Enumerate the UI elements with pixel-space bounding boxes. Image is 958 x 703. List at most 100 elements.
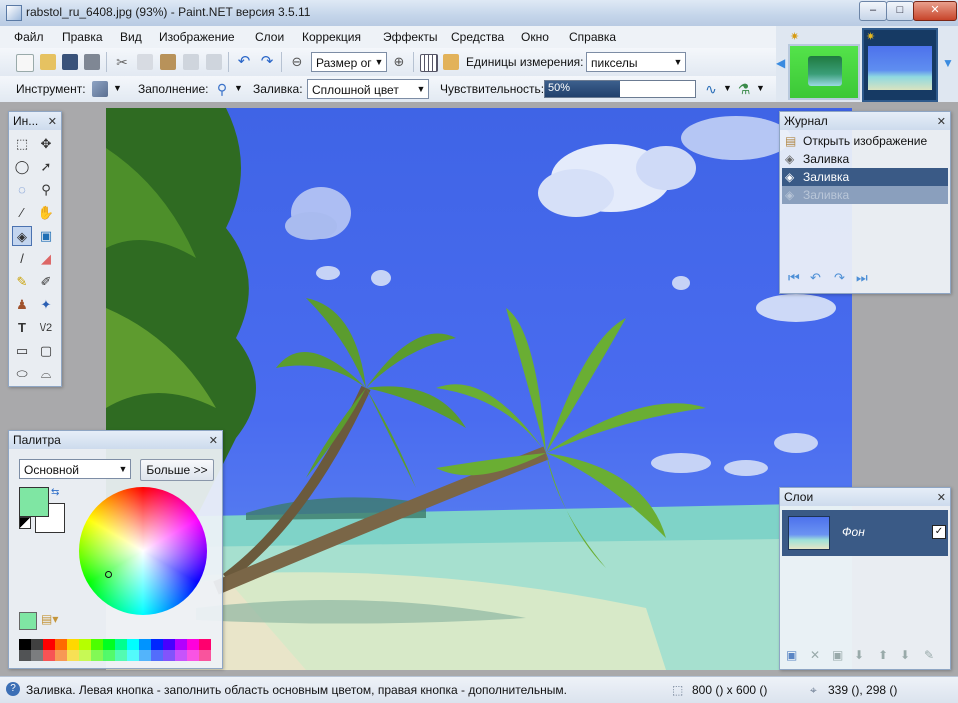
rewind-icon[interactable]: ⏮	[788, 270, 800, 286]
pan-icon[interactable]: ✋	[36, 203, 56, 223]
blend-mode-icon[interactable]: ⚗	[736, 81, 752, 97]
menu-effects[interactable]: Эффекты	[383, 30, 438, 44]
print-icon[interactable]	[84, 54, 100, 70]
menu-image[interactable]: Изображение	[159, 30, 235, 44]
palette-color[interactable]	[31, 639, 43, 650]
paste-icon[interactable]	[160, 54, 176, 70]
menu-adjustments[interactable]: Коррекция	[302, 30, 361, 44]
paint-bucket-icon[interactable]	[92, 81, 108, 97]
menu-file[interactable]: Файл	[14, 30, 44, 44]
palette-color[interactable]	[79, 639, 91, 650]
palette-color[interactable]	[127, 650, 139, 661]
close-icon[interactable]: ✕	[937, 489, 946, 507]
crop-icon[interactable]	[183, 54, 199, 70]
zoom-combo[interactable]: Размер ог ▼	[311, 52, 387, 72]
palette-color[interactable]	[151, 639, 163, 650]
palette-color[interactable]	[139, 650, 151, 661]
history-item-selected[interactable]: ◈ Заливка	[782, 168, 948, 186]
menu-layers[interactable]: Слои	[255, 30, 284, 44]
palette-color[interactable]	[79, 650, 91, 661]
palette-color[interactable]	[139, 639, 151, 650]
history-item[interactable]: ◈ Заливка	[782, 150, 948, 168]
ellipse-select-icon[interactable]: ◌	[12, 180, 32, 200]
palette-color[interactable]	[91, 650, 103, 661]
add-layer-icon[interactable]: ▣	[786, 648, 797, 662]
close-icon[interactable]: ✕	[48, 113, 57, 131]
palette-color[interactable]	[115, 639, 127, 650]
layer-visibility-checkbox[interactable]: ✓	[932, 525, 946, 539]
palette-color[interactable]	[67, 650, 79, 661]
units-combo[interactable]: пикселы ▼	[586, 52, 686, 72]
rounded-rectangle-icon[interactable]: ▢	[36, 341, 56, 361]
save-icon[interactable]	[62, 54, 78, 70]
grid-icon[interactable]	[420, 54, 438, 72]
delete-layer-icon[interactable]: ✕	[810, 648, 820, 662]
redo-icon[interactable]: ↷	[834, 270, 845, 286]
palette-color[interactable]	[163, 650, 175, 661]
palette-color[interactable]	[103, 639, 115, 650]
fill-mode-combo[interactable]: Сплошной цвет ▼	[307, 79, 429, 99]
redo-icon[interactable]: ↷	[259, 54, 275, 70]
palette-color[interactable]	[175, 639, 187, 650]
add-color-icon[interactable]	[19, 612, 37, 630]
palette-color[interactable]	[151, 650, 163, 661]
palette-color[interactable]	[199, 639, 211, 650]
color-picker-icon[interactable]: ✐	[36, 272, 56, 292]
close-button[interactable]: ✕	[913, 1, 957, 21]
palette-color[interactable]	[19, 650, 31, 661]
clone-stamp-icon[interactable]: ♟	[12, 295, 32, 315]
palette-color[interactable]	[91, 639, 103, 650]
palette-color[interactable]	[103, 650, 115, 661]
palette-color[interactable]	[43, 639, 55, 650]
pencil-icon[interactable]: ✎	[12, 272, 32, 292]
color-wheel-cursor[interactable]	[105, 571, 112, 578]
history-item-redo[interactable]: ◈ Заливка	[782, 186, 948, 204]
history-item[interactable]: ▤ Открыть изображение	[782, 132, 948, 150]
move-layer-up-icon[interactable]: ⬆	[878, 648, 888, 662]
chevron-down-icon[interactable]: ▼	[113, 83, 122, 93]
image-thumbnail[interactable]	[788, 44, 860, 100]
primary-color-swatch[interactable]	[19, 487, 49, 517]
close-icon[interactable]: ✕	[209, 432, 218, 450]
reset-colors-icon[interactable]	[19, 517, 31, 529]
color-mode-combo[interactable]: Основной ▼	[19, 459, 131, 479]
undo-icon[interactable]: ↶	[810, 270, 821, 286]
antialias-icon[interactable]: ⚲	[214, 81, 230, 97]
layer-properties-icon[interactable]: ✎	[924, 648, 934, 662]
paint-bucket-tool-icon[interactable]: ◈	[12, 226, 32, 246]
paintbrush-icon[interactable]: /	[12, 249, 32, 269]
chevron-down-icon[interactable]: ▼	[723, 83, 732, 93]
fast-forward-icon[interactable]: ⏭	[856, 270, 868, 286]
chevron-down-icon[interactable]: ▼	[756, 83, 765, 93]
zoom-out-icon[interactable]: ⊖	[289, 54, 305, 70]
open-file-icon[interactable]	[40, 54, 56, 70]
menu-edit[interactable]: Правка	[62, 30, 103, 44]
freeform-shape-icon[interactable]: ⌓	[36, 364, 56, 384]
cut-icon[interactable]: ✂	[114, 54, 130, 70]
eraser-icon[interactable]: ◢	[36, 249, 56, 269]
palette-color[interactable]	[127, 639, 139, 650]
minimize-button[interactable]: –	[859, 1, 887, 21]
chevron-down-icon[interactable]: ▼	[234, 83, 243, 93]
palette-color[interactable]	[55, 639, 67, 650]
palette-color[interactable]	[43, 650, 55, 661]
palette-color[interactable]	[115, 650, 127, 661]
deselect-icon[interactable]	[206, 54, 222, 70]
lasso-select-icon[interactable]: ◯	[12, 157, 32, 177]
more-colors-button[interactable]: Больше >>	[140, 459, 214, 481]
antialiasing-icon[interactable]: ∿	[703, 81, 719, 97]
ellipse-icon[interactable]: ⬭	[12, 364, 32, 384]
line-curve-icon[interactable]: \/2	[36, 318, 56, 338]
gradient-icon[interactable]: ▣	[36, 226, 56, 246]
menu-view[interactable]: Вид	[120, 30, 142, 44]
copy-icon[interactable]	[137, 54, 153, 70]
layer-row[interactable]: Фон ✓	[782, 510, 948, 556]
recolor-icon[interactable]: ✦	[36, 295, 56, 315]
palette-strip[interactable]	[19, 639, 211, 661]
maximize-button[interactable]: □	[886, 1, 914, 21]
palette-color[interactable]	[163, 639, 175, 650]
palette-color[interactable]	[55, 650, 67, 661]
scroll-right-icon[interactable]: ▼	[942, 56, 954, 70]
palette-color[interactable]	[175, 650, 187, 661]
move-selection-icon[interactable]: ✥	[36, 134, 56, 154]
